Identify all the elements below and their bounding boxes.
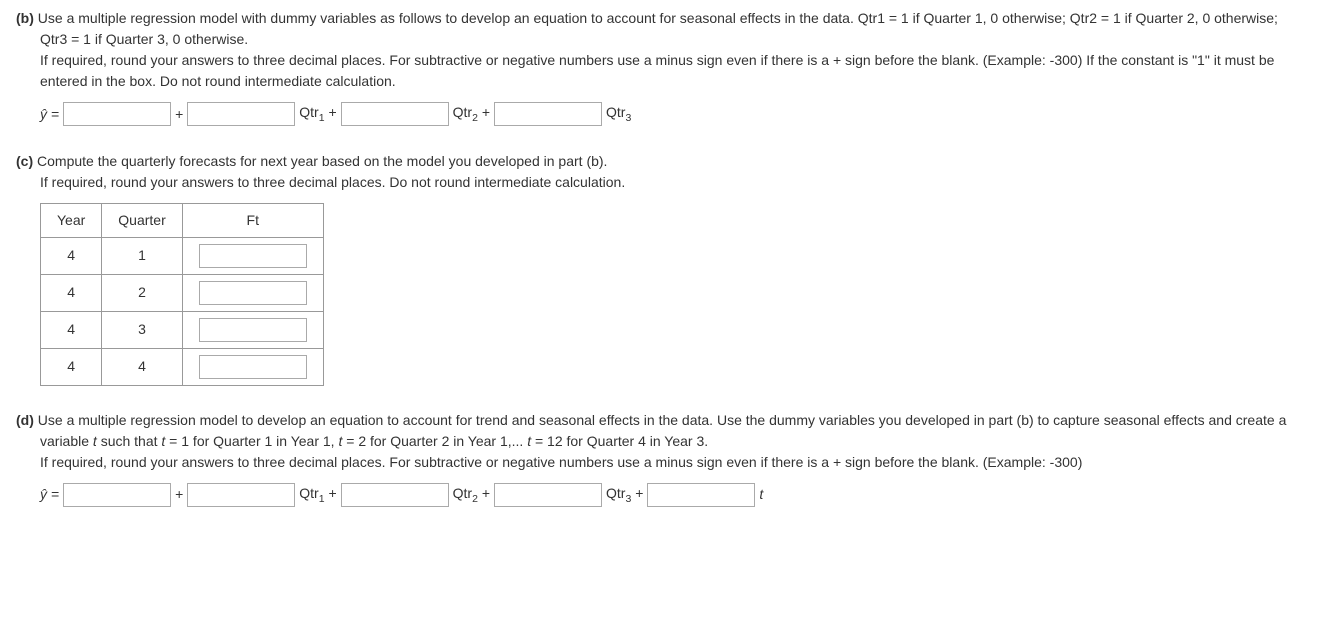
forecast-input-q4[interactable] [199, 355, 307, 379]
d-intercept-input[interactable] [63, 483, 171, 507]
part-d-label: (d) [16, 412, 34, 428]
part-d-prompt-1: (d) Use a multiple regression model to d… [40, 410, 1302, 452]
header-ft: Ft [182, 203, 323, 237]
d-qtr3-coef-input[interactable] [494, 483, 602, 507]
cell-year: 4 [41, 237, 102, 274]
cell-quarter: 4 [102, 348, 182, 385]
part-d-text1: Use a multiple regression model to devel… [38, 412, 1287, 449]
cell-year: 4 [41, 274, 102, 311]
table-row: 4 1 [41, 237, 324, 274]
t-label: t [759, 484, 763, 505]
forecast-input-q2[interactable] [199, 281, 307, 305]
table-row: 4 3 [41, 311, 324, 348]
qtr1-label: Qtr1 + [299, 483, 336, 508]
part-b-text1: Use a multiple regression model with dum… [38, 10, 1278, 47]
part-d-equation: ŷ = + Qtr1 + Qtr2 + Qtr3 + t [40, 483, 1302, 508]
part-b-prompt-1: (b) Use a multiple regression model with… [40, 8, 1302, 50]
table-header-row: Year Quarter Ft [41, 203, 324, 237]
part-b: (b) Use a multiple regression model with… [16, 8, 1302, 127]
forecast-table: Year Quarter Ft 4 1 4 2 4 3 4 4 [40, 203, 324, 386]
header-quarter: Quarter [102, 203, 182, 237]
d-qtr1-coef-input[interactable] [187, 483, 295, 507]
b-intercept-input[interactable] [63, 102, 171, 126]
part-c-label: (c) [16, 153, 33, 169]
part-c: (c) Compute the quarterly forecasts for … [16, 151, 1302, 386]
yhat-label: ŷ = [40, 484, 59, 505]
cell-quarter: 1 [102, 237, 182, 274]
part-b-prompt-2: If required, round your answers to three… [40, 50, 1302, 92]
table-row: 4 4 [41, 348, 324, 385]
part-c-prompt-2: If required, round your answers to three… [40, 172, 1302, 193]
part-c-prompt-1: (c) Compute the quarterly forecasts for … [40, 151, 1302, 172]
forecast-input-q3[interactable] [199, 318, 307, 342]
cell-year: 4 [41, 348, 102, 385]
part-d-prompt-2: If required, round your answers to three… [40, 452, 1302, 473]
d-t-coef-input[interactable] [647, 483, 755, 507]
part-b-equation: ŷ = + Qtr1 + Qtr2 + Qtr3 [40, 102, 1302, 127]
header-year: Year [41, 203, 102, 237]
b-qtr2-coef-input[interactable] [341, 102, 449, 126]
forecast-input-q1[interactable] [199, 244, 307, 268]
qtr3-label: Qtr3 [606, 102, 631, 127]
part-b-label: (b) [16, 10, 34, 26]
qtr1-label: Qtr1 + [299, 102, 336, 127]
yhat-label: ŷ = [40, 104, 59, 125]
cell-quarter: 3 [102, 311, 182, 348]
cell-year: 4 [41, 311, 102, 348]
table-row: 4 2 [41, 274, 324, 311]
qtr3-label: Qtr3 + [606, 483, 643, 508]
b-qtr3-coef-input[interactable] [494, 102, 602, 126]
plus-sign: + [175, 484, 183, 505]
qtr2-label: Qtr2 + [453, 102, 490, 127]
qtr2-label: Qtr2 + [453, 483, 490, 508]
cell-quarter: 2 [102, 274, 182, 311]
plus-sign: + [175, 104, 183, 125]
part-c-text1: Compute the quarterly forecasts for next… [37, 153, 607, 169]
part-d: (d) Use a multiple regression model to d… [16, 410, 1302, 508]
b-qtr1-coef-input[interactable] [187, 102, 295, 126]
d-qtr2-coef-input[interactable] [341, 483, 449, 507]
